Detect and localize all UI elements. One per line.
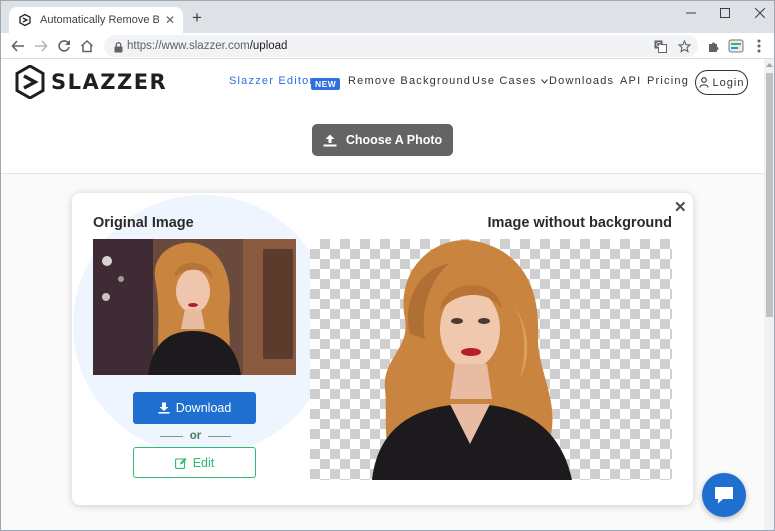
lock-icon	[114, 40, 123, 58]
star-icon[interactable]	[677, 39, 691, 53]
nav-use-cases-label: Use Cases	[472, 75, 537, 87]
site-header: SLAZZER Slazzer Editor NEW Remove Backgr…	[1, 59, 764, 106]
download-icon	[158, 402, 170, 414]
maximize-icon[interactable]	[709, 5, 741, 21]
login-label: Login	[712, 76, 745, 89]
tab-close-icon[interactable]: ✕	[163, 13, 177, 27]
upload-zone: Choose A Photo	[1, 106, 764, 174]
svg-text:G: G	[656, 42, 661, 49]
minimize-icon[interactable]	[675, 5, 707, 21]
slazzer-logo[interactable]: SLAZZER	[15, 65, 167, 99]
new-tab-icon[interactable]: +	[189, 9, 205, 26]
url-text: https://www.slazzer.com/upload	[127, 38, 287, 54]
reload-icon[interactable]	[55, 37, 73, 55]
or-divider: or	[160, 429, 231, 443]
new-badge: NEW	[311, 78, 341, 90]
browser-tab[interactable]: Automatically Remove Backgro ✕	[9, 7, 183, 33]
result-image	[310, 239, 672, 480]
chat-icon	[715, 487, 733, 504]
choose-photo-button[interactable]: Choose A Photo	[312, 124, 453, 156]
result-image-heading: Image without background	[487, 215, 672, 231]
browser-toolbar: https://www.slazzer.com/upload G	[1, 33, 774, 59]
scrollbar[interactable]	[764, 59, 774, 530]
edit-label: Edit	[192, 455, 215, 470]
nav-remove-background[interactable]: Remove Background	[348, 75, 471, 87]
address-bar[interactable]: https://www.slazzer.com/upload G	[104, 35, 698, 57]
back-icon[interactable]	[9, 37, 27, 55]
forward-icon[interactable]	[32, 37, 50, 55]
upload-icon	[323, 134, 337, 146]
user-icon	[698, 77, 709, 88]
nav-pricing[interactable]: Pricing	[647, 75, 689, 87]
edit-icon	[174, 457, 187, 469]
brand-name: SLAZZER	[51, 70, 168, 94]
url-path: /upload	[249, 40, 288, 52]
page-content: Choose A Photo ✕ Original Image Image wi…	[1, 106, 764, 530]
window-close-icon[interactable]	[744, 5, 774, 21]
slazzer-logo-icon	[15, 65, 45, 99]
result-card: ✕ Original Image Image without backgroun…	[72, 193, 693, 505]
close-icon[interactable]: ✕	[674, 198, 687, 216]
nav-slazzer-editor[interactable]: Slazzer Editor	[229, 75, 314, 87]
tab-title: Automatically Remove Backgro	[40, 14, 159, 26]
download-label: Download	[175, 401, 232, 415]
divider-line	[208, 435, 231, 437]
extensions-icon[interactable]	[704, 37, 722, 55]
login-button[interactable]: Login	[695, 70, 748, 95]
nav-use-cases[interactable]: Use Cases	[472, 75, 548, 87]
nav-downloads[interactable]: Downloads	[549, 75, 614, 87]
scroll-up-icon[interactable]	[765, 61, 774, 69]
browser-window: Automatically Remove Backgro ✕ +	[0, 0, 775, 531]
divider-line	[160, 435, 183, 437]
original-image-heading: Original Image	[93, 215, 194, 231]
scrollbar-thumb[interactable]	[766, 73, 773, 317]
or-text: or	[189, 430, 202, 442]
slazzer-favicon-icon	[18, 13, 32, 27]
chevron-down-icon	[540, 79, 548, 84]
edit-button[interactable]: Edit	[133, 447, 256, 478]
translate-icon[interactable]: G	[653, 39, 667, 53]
original-image	[93, 239, 296, 375]
profile-icon[interactable]	[727, 37, 745, 55]
tab-strip: Automatically Remove Backgro ✕ +	[1, 1, 774, 33]
chat-button[interactable]	[702, 473, 746, 517]
menu-icon[interactable]	[750, 37, 768, 55]
nav-api[interactable]: API	[620, 75, 641, 87]
url-host: https://www.slazzer.com	[127, 40, 250, 52]
download-button[interactable]: Download	[133, 392, 256, 424]
home-icon[interactable]	[78, 37, 96, 55]
choose-photo-label: Choose A Photo	[345, 133, 443, 147]
